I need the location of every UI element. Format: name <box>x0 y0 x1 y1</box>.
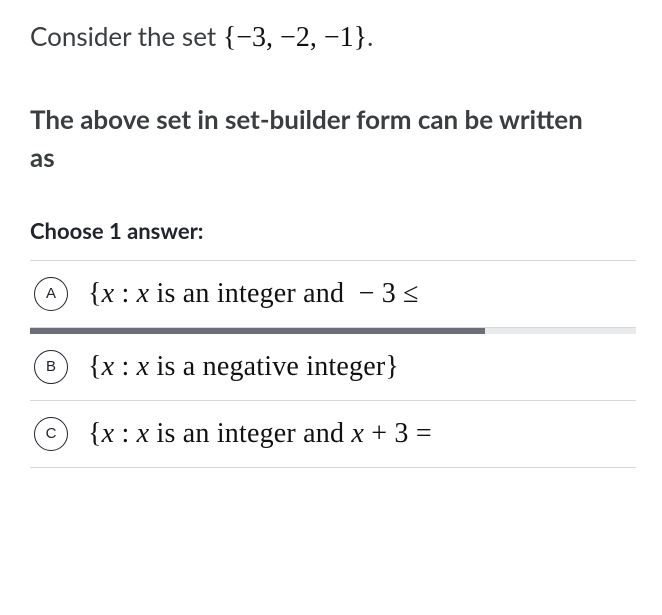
progress-fill <box>30 328 485 334</box>
option-a-badge: A <box>34 277 68 311</box>
option-c-math: {x : x is an integer and x + 3 = <box>88 418 432 450</box>
prompt-set: {−3, −2, −1} <box>223 22 367 53</box>
prompt-lead: Consider the set <box>30 20 223 52</box>
option-b-math: {x : x is a negative integer} <box>88 351 399 383</box>
option-b[interactable]: B {x : x is a negative integer} <box>30 334 636 401</box>
question-text: The above set in set-builder form can be… <box>30 101 590 176</box>
option-b-badge: B <box>34 350 68 384</box>
option-c-badge: C <box>34 417 68 451</box>
option-c[interactable]: C {x : x is an integer and x + 3 = <box>30 401 636 468</box>
option-a[interactable]: A {x : x is an integer and − 3 ≤ <box>30 261 636 328</box>
options-list: A {x : x is an integer and − 3 ≤ B {x : … <box>30 260 636 468</box>
prompt-period: . <box>367 20 373 52</box>
choose-label: Choose 1 answer: <box>30 217 662 244</box>
prompt-text: Consider the set {−3, −2, −1}. <box>30 18 662 57</box>
progress-bar <box>30 328 636 334</box>
option-a-math: {x : x is an integer and − 3 ≤ <box>88 278 419 310</box>
